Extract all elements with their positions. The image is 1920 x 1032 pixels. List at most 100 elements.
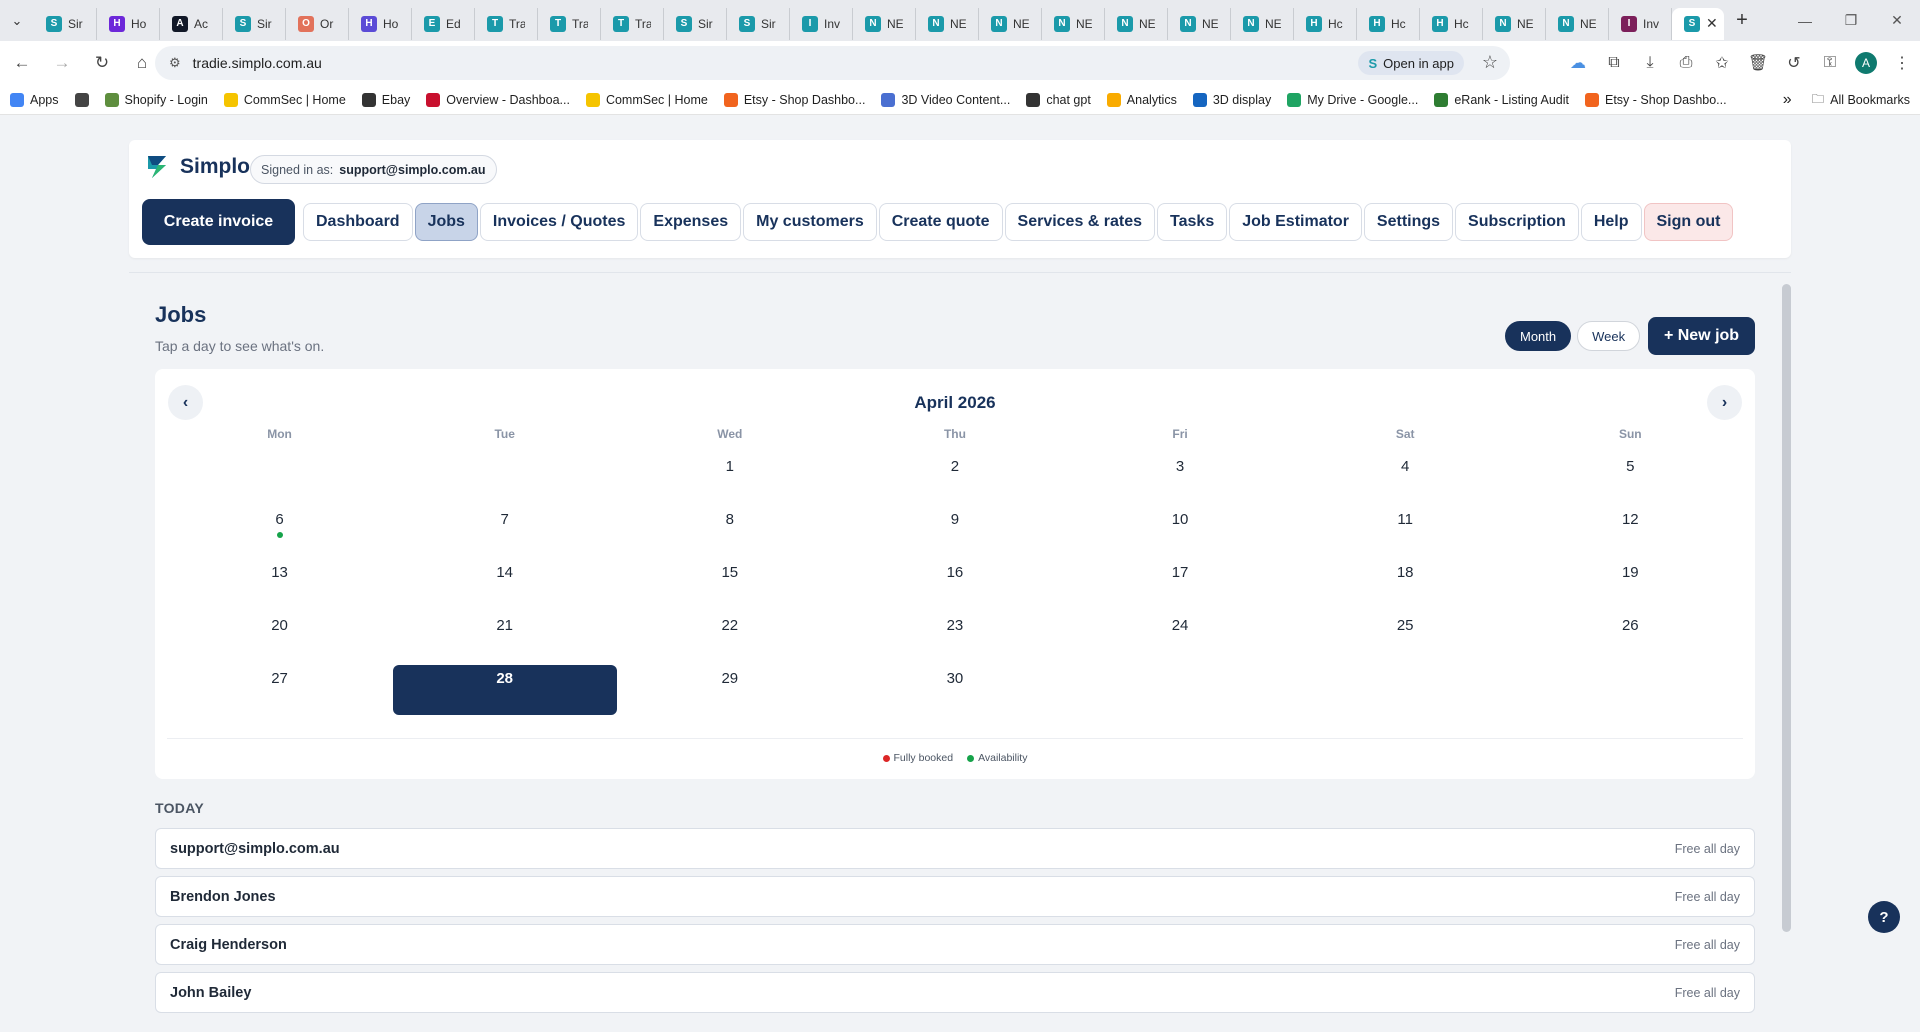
calendar-day[interactable]: 15 — [617, 555, 842, 608]
bookmark-item[interactable]: CommSec | Home — [223, 92, 346, 107]
calendar-day[interactable]: 18 — [1293, 555, 1518, 608]
calendar-day[interactable]: 13 — [167, 555, 392, 608]
staff-row[interactable]: Brendon Jones Free all day — [155, 876, 1755, 917]
extensions-icon[interactable]: ⧉ — [1596, 45, 1632, 81]
tab-search-chevron-icon[interactable]: ⌄ — [0, 0, 34, 41]
calendar-day[interactable]: 5 — [1518, 449, 1743, 502]
bookmark-item[interactable]: CommSec | Home — [585, 92, 708, 107]
month-view-button[interactable]: Month — [1505, 321, 1572, 351]
calendar-day[interactable]: 3 — [1068, 449, 1293, 502]
help-fab-button[interactable]: ? — [1868, 901, 1900, 933]
forward-icon[interactable]: → — [44, 45, 80, 81]
bookmark-item[interactable] — [74, 92, 89, 107]
nav-invoices-quotes[interactable]: Invoices / Quotes — [479, 203, 639, 241]
browser-tab[interactable]: N NE — [1168, 7, 1231, 40]
nav-my-customers[interactable]: My customers — [743, 203, 877, 241]
calendar-day[interactable]: 1 — [617, 449, 842, 502]
bookmark-item[interactable]: Overview - Dashboa... — [426, 92, 570, 107]
page-scrollbar[interactable] — [1782, 284, 1791, 932]
close-window-icon[interactable]: ✕ — [1874, 0, 1920, 41]
staff-row[interactable]: John Bailey Free all day — [155, 972, 1755, 1013]
calendar-day[interactable]: 4 — [1293, 449, 1518, 502]
calendar-day[interactable]: 22 — [617, 608, 842, 661]
browser-tab[interactable]: H Hc — [1420, 7, 1483, 40]
calendar-day[interactable]: 12 — [1518, 502, 1743, 555]
trash-icon[interactable]: 🗑 — [1740, 45, 1776, 81]
week-view-button[interactable]: Week — [1577, 321, 1641, 351]
calendar-day[interactable]: 23 — [842, 608, 1067, 661]
calendar-day[interactable]: 6 — [167, 502, 392, 555]
bookmark-item[interactable]: eRank - Listing Audit — [1434, 92, 1569, 107]
next-month-button[interactable]: › — [1707, 385, 1742, 420]
bookmark-star-icon[interactable]: ☆ — [1482, 52, 1498, 73]
reload-icon[interactable]: ↻ — [84, 45, 120, 81]
calendar-day[interactable]: 26 — [1518, 608, 1743, 661]
nav-settings[interactable]: Settings — [1363, 203, 1454, 241]
menu-kebab-icon[interactable]: ⋮ — [1884, 45, 1920, 81]
restore-icon[interactable]: ❐ — [1828, 0, 1874, 41]
minimize-icon[interactable]: — — [1782, 0, 1828, 41]
passwords-key-icon[interactable]: ⚿ — [1812, 45, 1848, 81]
bookmark-item[interactable]: 3D Video Content... — [881, 92, 1010, 107]
create-invoice-button[interactable]: Create invoice — [142, 199, 295, 245]
close-tab-icon[interactable]: ✕ — [1706, 15, 1718, 32]
profile-avatar[interactable]: A — [1855, 52, 1877, 74]
calendar-day[interactable]: 21 — [392, 608, 617, 661]
browser-tab[interactable]: I Inv — [790, 7, 853, 40]
bookmark-item[interactable]: Etsy - Shop Dashbo... — [723, 92, 865, 107]
browser-tab[interactable]: S Sir — [664, 7, 727, 40]
calendar-day[interactable]: 25 — [1293, 608, 1518, 661]
bookmark-item[interactable]: chat gpt — [1026, 92, 1091, 107]
staff-row[interactable]: Craig Henderson Free all day — [155, 924, 1755, 965]
site-info-icon[interactable]: ⚙ — [169, 55, 181, 71]
bookmark-item[interactable]: Apps — [10, 92, 59, 107]
browser-tab[interactable]: H Ho — [349, 7, 412, 40]
browser-tab[interactable]: E Ed — [412, 7, 475, 40]
calendar-day[interactable]: 20 — [167, 608, 392, 661]
address-bar[interactable]: ⚙ tradie.simplo.com.au S Open in app ☆ — [155, 46, 1510, 80]
browser-tab[interactable]: S Sir — [223, 7, 286, 40]
nav-subscription[interactable]: Subscription — [1455, 203, 1579, 241]
back-icon[interactable]: ← — [4, 45, 40, 81]
browser-tab[interactable]: N NE — [916, 7, 979, 40]
calendar-day[interactable]: 10 — [1068, 502, 1293, 555]
new-tab-button[interactable]: + — [1724, 9, 1760, 32]
browser-tab[interactable]: N NE — [1231, 7, 1294, 40]
browser-tab[interactable]: N NE — [1105, 7, 1168, 40]
scrollbar-thumb[interactable] — [1782, 284, 1791, 932]
calendar-day[interactable]: 9 — [842, 502, 1067, 555]
browser-tab[interactable]: H Hc — [1294, 7, 1357, 40]
bookmark-item[interactable]: Analytics — [1106, 92, 1177, 107]
browser-tab[interactable]: H Hc — [1357, 7, 1420, 40]
calendar-day[interactable]: 14 — [392, 555, 617, 608]
nav-help[interactable]: Help — [1580, 203, 1642, 241]
browser-tab[interactable]: A Ac — [160, 7, 223, 40]
bookmark-item[interactable]: Ebay — [361, 92, 410, 107]
favorites-icon[interactable]: ✩ — [1704, 45, 1740, 81]
bookmark-item[interactable]: Shopify - Login — [104, 92, 208, 107]
browser-tab[interactable]: N NE — [979, 7, 1042, 40]
browser-tab[interactable]: N NE — [1546, 7, 1609, 40]
history-icon[interactable]: ↺ — [1776, 45, 1812, 81]
browser-tab[interactable]: S Sir — [727, 7, 790, 40]
calendar-day[interactable]: 29 — [617, 661, 842, 714]
browser-tab[interactable]: H Ho — [97, 7, 160, 40]
print-icon[interactable]: ⎙ — [1668, 45, 1704, 81]
calendar-day[interactable]: 7 — [392, 502, 617, 555]
bookmark-item[interactable]: 3D display — [1192, 92, 1271, 107]
calendar-day[interactable]: 30 — [842, 661, 1067, 714]
calendar-day[interactable]: 8 — [617, 502, 842, 555]
nav-jobs[interactable]: Jobs — [414, 203, 478, 241]
nav-create-quote[interactable]: Create quote — [878, 203, 1003, 241]
staff-row[interactable]: support@simplo.com.au Free all day — [155, 828, 1755, 869]
sign-out-button[interactable]: Sign out — [1643, 203, 1734, 241]
calendar-day[interactable]: 24 — [1068, 608, 1293, 661]
nav-expenses[interactable]: Expenses — [640, 203, 742, 241]
bookmark-item[interactable]: My Drive - Google... — [1287, 92, 1418, 107]
calendar-day[interactable]: 19 — [1518, 555, 1743, 608]
calendar-day[interactable]: 27 — [167, 661, 392, 714]
all-bookmarks-button[interactable]: 🗀 All Bookmarks — [1812, 90, 1910, 111]
browser-tab[interactable]: I Inv — [1609, 7, 1672, 40]
url-text[interactable]: tradie.simplo.com.au — [193, 55, 322, 71]
calendar-day[interactable]: 2 — [842, 449, 1067, 502]
